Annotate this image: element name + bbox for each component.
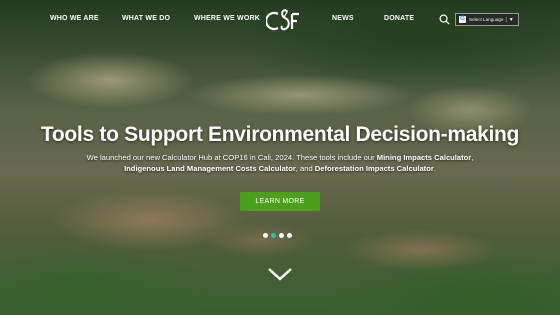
nav-news[interactable]: NEWS (332, 15, 354, 22)
carousel-dot-3[interactable] (279, 233, 284, 238)
hero-description-and: , and (295, 164, 315, 173)
chevron-down-icon[interactable] (267, 266, 293, 282)
hero-description-line-1: We launched our new Calculator Hub at CO… (0, 153, 560, 162)
nav-who-we-are[interactable]: WHO WE ARE (50, 15, 99, 22)
hero-description-text: We launched our new Calculator Hub at CO… (86, 153, 377, 162)
hero-description-line-2: Indigenous Land Management Costs Calcula… (0, 164, 560, 173)
caret-down-icon: ▼ (508, 16, 514, 23)
carousel-dot-1[interactable] (263, 233, 268, 238)
hero-description-comma: , (471, 153, 474, 162)
link-indigenous-land-management-costs-calculator[interactable]: Indigenous Land Management Costs Calcula… (124, 164, 296, 173)
language-separator: | (505, 16, 507, 23)
learn-more-button[interactable]: LEARN MORE (240, 192, 320, 211)
link-mining-impacts-calculator[interactable]: Mining Impacts Calculator (377, 153, 472, 162)
top-navigation: WHO WE ARE WHAT WE DO WHERE WE WORK NEWS… (0, 0, 560, 40)
carousel-dot-2[interactable] (271, 233, 276, 238)
language-selector-label: Select Language (469, 17, 504, 22)
hero-description-period: . (433, 164, 436, 173)
language-selector[interactable]: G Select Language | ▼ (455, 13, 519, 26)
link-deforestation-impacts-calculator[interactable]: Deforestation Impacts Calculator (315, 164, 434, 173)
carousel-dots (263, 233, 303, 239)
carousel-dot-4[interactable] (287, 233, 292, 238)
search-icon[interactable] (439, 14, 450, 25)
google-translate-icon: G (459, 16, 466, 23)
nav-what-we-do[interactable]: WHAT WE DO (122, 15, 170, 22)
nav-where-we-work[interactable]: WHERE WE WORK (194, 15, 260, 22)
hero-title: Tools to Support Environmental Decision-… (40, 123, 520, 146)
nav-donate[interactable]: DONATE (384, 15, 414, 22)
hero-section: WHO WE ARE WHAT WE DO WHERE WE WORK NEWS… (0, 0, 560, 315)
csf-logo[interactable] (266, 5, 306, 37)
